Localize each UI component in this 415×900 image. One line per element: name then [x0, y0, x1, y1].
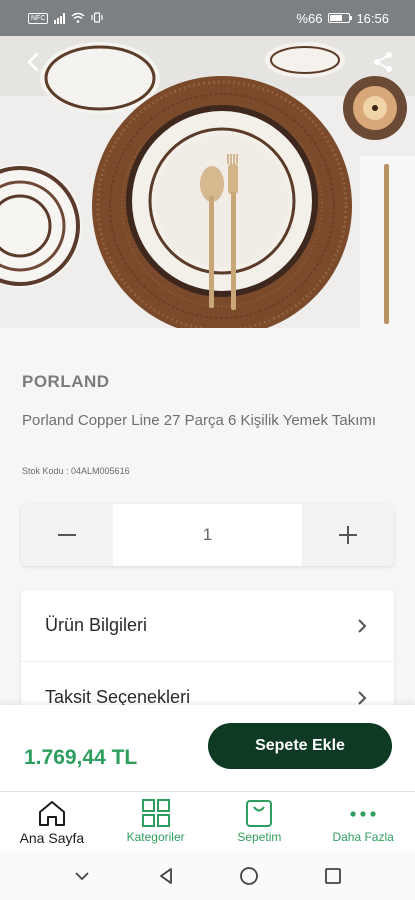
- share-icon[interactable]: [369, 48, 397, 76]
- home-circle-icon[interactable]: [239, 866, 259, 886]
- nav-label: Daha Fazla: [332, 830, 394, 844]
- signal-icon: [54, 12, 66, 24]
- chevron-right-icon: [358, 690, 367, 705]
- status-bar: NFC %66 16:56: [0, 0, 415, 36]
- bottom-navigation: Ana Sayfa Kategoriler Sepetim Daha Fazla: [0, 791, 415, 851]
- quantity-value[interactable]: 1: [113, 504, 302, 566]
- accordion-item-product-info[interactable]: Ürün Bilgileri: [21, 590, 394, 662]
- product-title: Porland Copper Line 27 Parça 6 Kişilik Y…: [22, 412, 377, 429]
- stock-code: Stok Kodu : 04ALM005616: [22, 466, 130, 476]
- recents-square-icon[interactable]: [323, 866, 343, 886]
- nav-item-home[interactable]: Ana Sayfa: [0, 792, 104, 851]
- status-right: %66 16:56: [296, 11, 389, 26]
- back-icon[interactable]: [20, 48, 48, 76]
- nav-item-more[interactable]: Daha Fazla: [311, 792, 415, 851]
- back-triangle-icon[interactable]: [156, 866, 176, 886]
- battery-icon: [328, 13, 353, 23]
- chevron-right-icon: [358, 618, 367, 633]
- nav-label: Ana Sayfa: [19, 830, 85, 846]
- dinnerware-photo: [0, 36, 415, 328]
- accordion-item-label: Ürün Bilgileri: [45, 615, 148, 635]
- status-left: NFC: [28, 11, 103, 26]
- vibrate-icon: [91, 11, 103, 26]
- nav-item-categories[interactable]: Kategoriler: [104, 792, 208, 851]
- nav-label: Sepetim: [237, 830, 282, 844]
- bag-icon: [246, 800, 273, 827]
- product-image[interactable]: [0, 36, 415, 328]
- home-icon: [38, 801, 65, 826]
- chevron-down-icon[interactable]: [72, 866, 92, 886]
- battery-percent: %66: [296, 10, 323, 26]
- clock: 16:56: [356, 10, 389, 26]
- increase-quantity-button[interactable]: [302, 504, 394, 566]
- purchase-bar: 1.769,44 TL Sepete Ekle: [0, 705, 415, 791]
- nav-label: Kategoriler: [126, 830, 185, 844]
- grid-icon: [141, 799, 170, 827]
- minus-icon: [58, 534, 76, 536]
- nfc-icon: NFC: [28, 12, 49, 24]
- decrease-quantity-button[interactable]: [21, 504, 113, 566]
- more-icon: [350, 811, 376, 817]
- brand-name[interactable]: PORLAND: [22, 372, 110, 392]
- nav-item-cart[interactable]: Sepetim: [208, 792, 312, 851]
- add-to-cart-button[interactable]: Sepete Ekle: [208, 723, 392, 769]
- system-navigation-bar: [0, 851, 415, 900]
- plus-icon: [339, 526, 357, 544]
- wifi-icon: [71, 11, 85, 26]
- quantity-stepper: 1: [21, 504, 394, 566]
- product-price: 1.769,44 TL: [24, 746, 138, 769]
